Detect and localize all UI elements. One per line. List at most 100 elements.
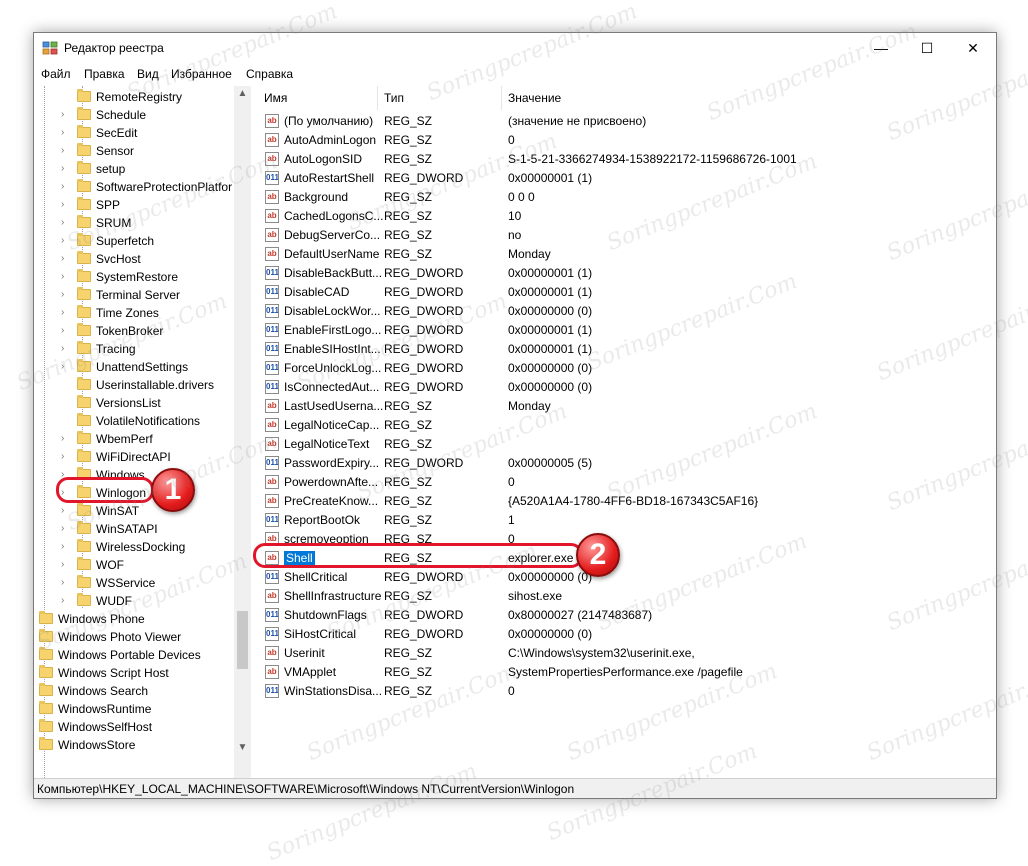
tree-item[interactable]: Windows Photo Viewer xyxy=(35,628,234,646)
tree-item[interactable]: WindowsSelfHost xyxy=(35,718,234,736)
table-row[interactable]: ab LegalNoticeText REG_SZ xyxy=(258,435,995,454)
menu-file[interactable]: Файл xyxy=(41,67,71,81)
tree-item[interactable]: Windows Search xyxy=(35,682,234,700)
table-row[interactable]: ab VMApplet REG_SZ SystemPropertiesPerforma… xyxy=(258,663,995,682)
table-row[interactable]: 011 IsConnectedAut... REG_DWORD 0x00000000 … xyxy=(258,378,995,397)
tree-item[interactable]: Windows Script Host xyxy=(35,664,234,682)
table-row[interactable]: ab DefaultUserName REG_SZ Monday xyxy=(258,245,995,264)
table-row[interactable]: ab Userinit REG_SZ C:\Windows\system32\user… xyxy=(258,644,995,663)
tree-item[interactable]: Windows Portable Devices xyxy=(35,646,234,664)
values-list[interactable]: Имя Тип Значение ab (По умолчанию) REG_SZ (… xyxy=(258,86,995,778)
table-row[interactable]: 011 DisableCAD REG_DWORD 0x00000001 (1) xyxy=(258,283,995,302)
table-row[interactable]: 011 PasswordExpiry... REG_DWORD 0x00000005 … xyxy=(258,454,995,473)
tree-item[interactable]: › WOF xyxy=(35,556,234,574)
tree-item[interactable]: Userinstallable.drivers xyxy=(35,376,234,394)
menu-favorites[interactable]: Избранное xyxy=(171,67,232,81)
minimize-button[interactable]: — xyxy=(858,33,904,63)
table-row[interactable]: 011 DisableBackButt... REG_DWORD 0x00000001… xyxy=(258,264,995,283)
expand-arrow-icon[interactable]: › xyxy=(61,502,64,520)
table-row[interactable]: ab DebugServerCo... REG_SZ no xyxy=(258,226,995,245)
maximize-button[interactable]: ☐ xyxy=(904,33,950,63)
tree-item[interactable]: › SystemRestore xyxy=(35,268,234,286)
tree-item[interactable]: › WUDF xyxy=(35,592,234,610)
tree-item[interactable]: › WbemPerf xyxy=(35,430,234,448)
scrollbar-thumb[interactable] xyxy=(237,611,248,669)
tree-item[interactable]: › SoftwareProtectionPlatfor xyxy=(35,178,234,196)
tree-item[interactable]: › TokenBroker xyxy=(35,322,234,340)
tree-item[interactable]: › Terminal Server xyxy=(35,286,234,304)
tree-item[interactable]: RemoteRegistry xyxy=(35,88,234,106)
expand-arrow-icon[interactable]: › xyxy=(61,250,64,268)
table-row[interactable]: ab PowerdownAfte... REG_SZ 0 xyxy=(258,473,995,492)
expand-arrow-icon[interactable]: › xyxy=(61,106,64,124)
tree-item[interactable]: › Tracing xyxy=(35,340,234,358)
close-button[interactable]: ✕ xyxy=(950,33,996,63)
expand-arrow-icon[interactable]: › xyxy=(61,358,64,376)
expand-arrow-icon[interactable]: › xyxy=(61,286,64,304)
table-row[interactable]: 011 ReportBootOk REG_SZ 1 xyxy=(258,511,995,530)
table-row[interactable]: 011 WinStationsDisa... REG_SZ 0 xyxy=(258,682,995,701)
column-header-name[interactable]: Имя xyxy=(258,86,378,110)
table-row[interactable]: 011 DisableLockWor... REG_DWORD 0x00000000 … xyxy=(258,302,995,321)
tree-item[interactable]: › WinSATAPI xyxy=(35,520,234,538)
table-row[interactable]: ab AutoLogonSID REG_SZ S-1-5-21-3366274934-… xyxy=(258,150,995,169)
expand-arrow-icon[interactable]: › xyxy=(61,538,64,556)
menu-view[interactable]: Вид xyxy=(137,67,159,81)
tree-item[interactable]: Windows Phone xyxy=(35,610,234,628)
table-row[interactable]: ab (По умолчанию) REG_SZ (значение не присв… xyxy=(258,112,995,131)
expand-arrow-icon[interactable]: › xyxy=(61,340,64,358)
table-row[interactable]: 011 ShellCritical REG_DWORD 0x00000000 (0) xyxy=(258,568,995,587)
expand-arrow-icon[interactable]: › xyxy=(61,430,64,448)
scroll-up-icon[interactable]: ▲ xyxy=(237,88,248,102)
expand-arrow-icon[interactable]: › xyxy=(61,574,64,592)
expand-arrow-icon[interactable]: › xyxy=(61,304,64,322)
table-row[interactable]: ab LegalNoticeCap... REG_SZ xyxy=(258,416,995,435)
tree-item[interactable]: › UnattendSettings xyxy=(35,358,234,376)
expand-arrow-icon[interactable]: › xyxy=(61,556,64,574)
table-row[interactable]: 011 AutoRestartShell REG_DWORD 0x00000001 (… xyxy=(258,169,995,188)
table-row[interactable]: 011 ShutdownFlags REG_DWORD 0x80000027 (214… xyxy=(258,606,995,625)
column-header-value[interactable]: Значение xyxy=(502,86,995,110)
tree-item[interactable]: › WiFiDirectAPI xyxy=(35,448,234,466)
column-header-type[interactable]: Тип xyxy=(378,86,502,110)
menu-edit[interactable]: Правка xyxy=(84,67,125,81)
table-row[interactable]: ab LastUsedUserna... REG_SZ Monday xyxy=(258,397,995,416)
expand-arrow-icon[interactable]: › xyxy=(61,268,64,286)
table-row[interactable]: 011 EnableFirstLogo... REG_DWORD 0x00000001… xyxy=(258,321,995,340)
table-row[interactable]: ab Background REG_SZ 0 0 0 xyxy=(258,188,995,207)
table-row[interactable]: 011 SiHostCritical REG_DWORD 0x00000000 (0) xyxy=(258,625,995,644)
table-row[interactable]: ab CachedLogonsC... REG_SZ 10 xyxy=(258,207,995,226)
tree-item[interactable]: › Schedule xyxy=(35,106,234,124)
tree-item[interactable]: › WirelessDocking xyxy=(35,538,234,556)
tree-item[interactable]: VersionsList xyxy=(35,394,234,412)
tree-item[interactable]: › Superfetch xyxy=(35,232,234,250)
tree-item[interactable]: VolatileNotifications xyxy=(35,412,234,430)
table-row[interactable]: 011 EnableSIHostInt... REG_DWORD 0x00000001… xyxy=(258,340,995,359)
table-row[interactable]: ab PreCreateKnow... REG_SZ {A520A1A4-1780-4… xyxy=(258,492,995,511)
tree-item[interactable]: › SvcHost xyxy=(35,250,234,268)
expand-arrow-icon[interactable]: › xyxy=(61,592,64,610)
tree-item[interactable]: WindowsStore xyxy=(35,736,234,754)
scroll-down-icon[interactable]: ▼ xyxy=(237,742,248,756)
tree-item[interactable]: › Sensor xyxy=(35,142,234,160)
menu-help[interactable]: Справка xyxy=(246,67,293,81)
expand-arrow-icon[interactable]: › xyxy=(61,160,64,178)
tree-item[interactable]: › SPP xyxy=(35,196,234,214)
tree-item[interactable]: › Time Zones xyxy=(35,304,234,322)
expand-arrow-icon[interactable]: › xyxy=(61,196,64,214)
expand-arrow-icon[interactable]: › xyxy=(61,448,64,466)
tree-item[interactable]: › WSService xyxy=(35,574,234,592)
expand-arrow-icon[interactable]: › xyxy=(61,520,64,538)
tree-item[interactable]: › SRUM xyxy=(35,214,234,232)
expand-arrow-icon[interactable]: › xyxy=(61,232,64,250)
table-row[interactable]: ab ShellInfrastructure REG_SZ sihost.exe xyxy=(258,587,995,606)
table-row[interactable]: ab AutoAdminLogon REG_SZ 0 xyxy=(258,131,995,150)
expand-arrow-icon[interactable]: › xyxy=(61,214,64,232)
tree-item[interactable]: › WinSAT xyxy=(35,502,234,520)
expand-arrow-icon[interactable]: › xyxy=(61,124,64,142)
expand-arrow-icon[interactable]: › xyxy=(61,322,64,340)
tree-scrollbar[interactable]: ▲ ▼ xyxy=(234,86,251,778)
expand-arrow-icon[interactable]: › xyxy=(61,142,64,160)
registry-tree[interactable]: RemoteRegistry › Schedule › SecEdit › Sensor › s… xyxy=(35,86,255,778)
expand-arrow-icon[interactable]: › xyxy=(61,178,64,196)
